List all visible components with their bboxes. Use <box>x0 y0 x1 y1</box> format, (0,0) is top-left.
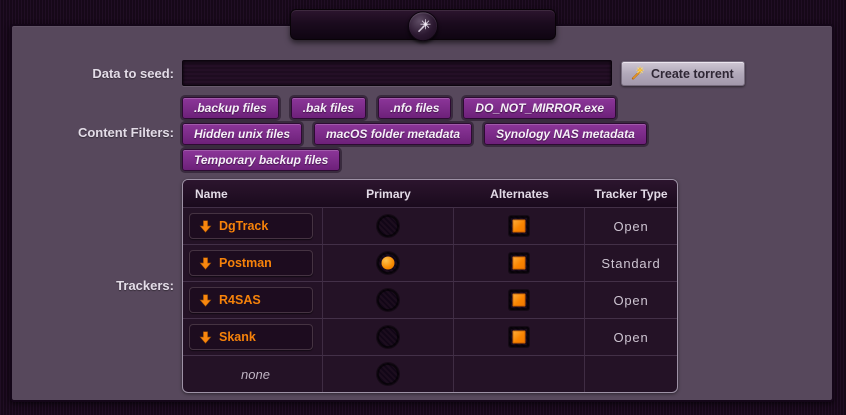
tracker-name: Postman <box>219 256 272 270</box>
torrent-creator-panel: Data to seed: Create torrent Conten <box>10 24 834 402</box>
alternates-cell <box>454 355 585 392</box>
tracker-type-value: Open <box>613 330 648 345</box>
tracker-name: DgTrack <box>219 219 268 233</box>
tracker-name-cell: Skank <box>183 318 323 355</box>
data-to-seed-label: Data to seed: <box>12 66 174 81</box>
primary-cell <box>323 281 454 318</box>
tracker-type-cell: Open <box>585 318 677 355</box>
sparkle-knob-button[interactable] <box>408 11 438 41</box>
alternates-checkbox[interactable] <box>509 290 529 310</box>
filter-chip[interactable]: DO_NOT_MIRROR.exe <box>463 97 616 119</box>
tracker-button-dgtrack[interactable]: DgTrack <box>189 213 313 239</box>
primary-cell <box>323 207 454 244</box>
tracker-button-skank[interactable]: Skank <box>189 324 313 350</box>
window-background: Data to seed: Create torrent Conten <box>0 0 846 415</box>
filter-chip[interactable]: .backup files <box>182 97 279 119</box>
data-to-seed-input[interactable] <box>182 60 612 86</box>
filter-chip[interactable]: .bak files <box>291 97 366 119</box>
create-torrent-label: Create torrent <box>651 67 734 81</box>
download-arrow-icon <box>199 294 212 307</box>
alternates-cell <box>454 318 585 355</box>
primary-radio[interactable] <box>377 289 399 311</box>
tracker-name-cell: DgTrack <box>183 207 323 244</box>
primary-radio[interactable] <box>377 326 399 348</box>
alternates-checkbox[interactable] <box>509 327 529 347</box>
tracker-type-cell: Standard <box>585 244 677 281</box>
content-filters-label: Content Filters: <box>12 125 174 140</box>
filter-chip[interactable]: Synology NAS metadata <box>484 123 647 145</box>
alternates-cell <box>454 207 585 244</box>
alternates-checkbox[interactable] <box>509 216 529 236</box>
primary-radio[interactable] <box>377 252 399 274</box>
column-header-tracker-type: Tracker Type <box>585 180 677 207</box>
column-header-primary: Primary <box>323 180 454 207</box>
alternates-checkbox[interactable] <box>509 253 529 273</box>
filter-chip[interactable]: Hidden unix files <box>182 123 302 145</box>
column-header-alternates: Alternates <box>454 180 585 207</box>
no-tracker-label: none <box>189 367 322 382</box>
download-arrow-icon <box>199 257 212 270</box>
tracker-type-cell: Open <box>585 281 677 318</box>
tracker-type-value: Standard <box>601 256 660 271</box>
content-filters-chips: .backup files .bak files .nfo files DO_NOT_… <box>182 97 742 175</box>
chip-row: .backup files .bak files .nfo files DO_NOT_… <box>182 97 742 119</box>
create-torrent-button[interactable]: Create torrent <box>621 61 745 86</box>
trackers-table: NamePrimaryAlternatesTracker Type DgTrack… <box>182 179 678 393</box>
tracker-name-cell: R4SAS <box>183 281 323 318</box>
tracker-type-value: Open <box>613 293 648 308</box>
tracker-name-cell: Postman <box>183 244 323 281</box>
tracker-button-r4sas[interactable]: R4SAS <box>189 287 313 313</box>
filter-chip[interactable]: macOS folder metadata <box>314 123 472 145</box>
tracker-name: R4SAS <box>219 293 261 307</box>
chip-row: Hidden unix files macOS folder metadata Sy… <box>182 123 742 145</box>
primary-cell <box>323 355 454 392</box>
filter-chip[interactable]: .nfo files <box>378 97 451 119</box>
sparkle-wand-icon <box>415 18 431 34</box>
primary-cell <box>323 244 454 281</box>
alternates-cell <box>454 281 585 318</box>
tracker-name: Skank <box>219 330 256 344</box>
filter-chip[interactable]: Temporary backup files <box>182 149 340 171</box>
column-header-name: Name <box>183 180 323 207</box>
magic-wand-icon <box>630 66 645 81</box>
download-arrow-icon <box>199 220 212 233</box>
tracker-type-cell: Open <box>585 207 677 244</box>
chip-row: Temporary backup files <box>182 149 742 171</box>
download-arrow-icon <box>199 331 212 344</box>
alternates-cell <box>454 244 585 281</box>
tracker-type-value: Open <box>613 219 648 234</box>
tracker-type-cell <box>585 355 677 392</box>
trackers-label: Trackers: <box>12 278 174 293</box>
primary-radio[interactable] <box>377 363 399 385</box>
primary-radio[interactable] <box>377 215 399 237</box>
tracker-button-postman[interactable]: Postman <box>189 250 313 276</box>
primary-cell <box>323 318 454 355</box>
tracker-name-cell: none <box>183 355 323 392</box>
panel-collapse-bar[interactable] <box>290 9 556 40</box>
